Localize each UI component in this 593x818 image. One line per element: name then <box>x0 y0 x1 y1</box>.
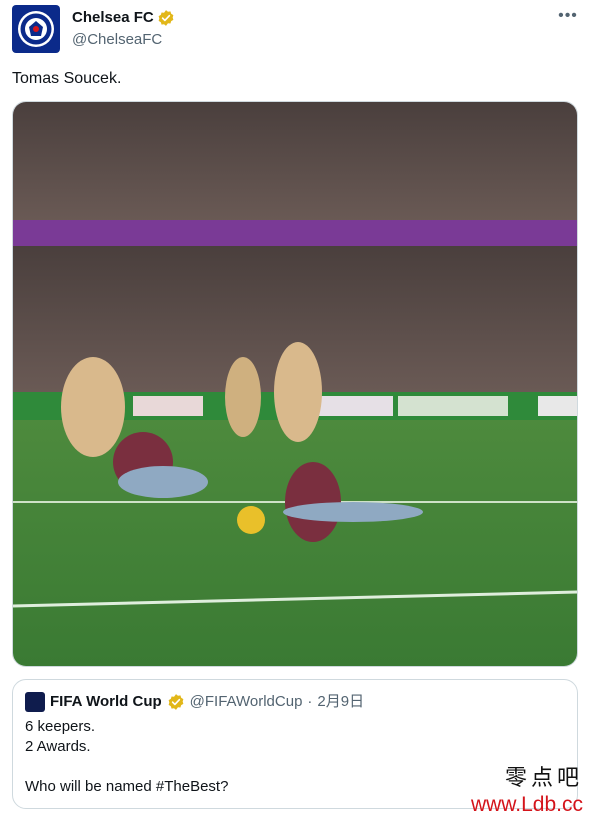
quoted-line: 6 keepers. <box>25 718 96 735</box>
quoted-line-empty <box>25 757 228 777</box>
handle[interactable]: @ChelseaFC <box>72 30 175 50</box>
watermark-chinese: 零点吧 <box>504 766 583 791</box>
more-dots-icon[interactable]: ••• <box>556 8 580 29</box>
tweet-text: Tomas Soucek. <box>12 70 122 87</box>
quoted-display-name[interactable]: FIFA World Cup <box>50 692 162 712</box>
fifa-avatar[interactable] <box>25 692 45 712</box>
separator-dot: · <box>307 693 313 710</box>
quoted-text: 6 keepers. 2 Awards. Who will be named #… <box>25 717 228 797</box>
tweet-header: Chelsea FC @ChelseaFC ••• <box>12 5 582 55</box>
quoted-line: 2 Awards. <box>25 738 91 755</box>
quoted-date[interactable]: 2月9日 <box>317 692 364 712</box>
watermark-url: www.Ldb.cc <box>470 793 583 816</box>
video-still <box>13 102 577 666</box>
watermark: 零点吧 www.Ldb.cc <box>471 765 583 817</box>
tweet-media[interactable] <box>12 101 578 667</box>
chelsea-avatar[interactable] <box>12 5 60 53</box>
display-name[interactable]: Chelsea FC <box>72 8 154 28</box>
quoted-handle[interactable]: @FIFAWorldCup <box>190 692 303 712</box>
quoted-line: Who will be named #TheBest? <box>25 778 229 795</box>
verified-badge-icon <box>158 10 174 26</box>
verified-badge-icon <box>168 694 184 710</box>
